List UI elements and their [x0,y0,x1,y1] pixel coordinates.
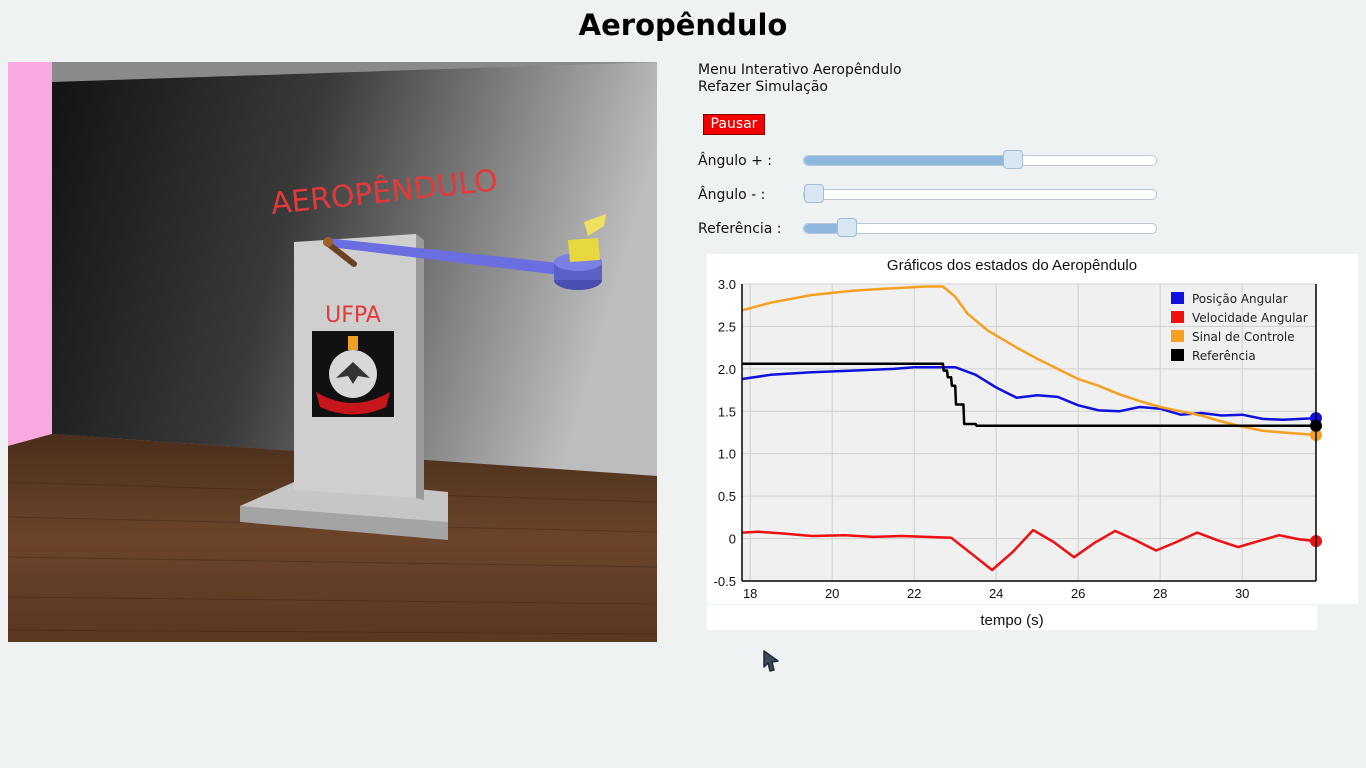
legend-label: Referência [1192,349,1256,363]
x-tick-label: 30 [1235,586,1249,601]
ufpa-logo [312,331,394,417]
page-title: Aeropêndulo [578,8,788,42]
angle-minus-label: Ângulo - : [698,187,766,203]
stand-text: UFPA [325,303,381,328]
x-tick-label: 26 [1071,586,1085,601]
slider-handle[interactable] [1003,150,1024,169]
y-tick-label: 1.0 [718,447,736,462]
side-wall [8,62,52,446]
y-tick-label: 2.0 [718,362,736,377]
x-tick-label: 20 [825,586,839,601]
reference-slider[interactable] [803,218,1157,237]
angle-minus-slider[interactable] [803,184,1157,203]
angle-plus-label: Ângulo + : [698,153,773,169]
x-axis-label: tempo (s) [980,612,1043,629]
interactive-menu-link[interactable]: Menu Interativo Aeropêndulo [698,62,902,79]
x-tick-label: 24 [989,586,1003,601]
slider-fill [804,156,1014,165]
stand-column-side [416,234,424,500]
y-tick-label: 0.5 [718,489,736,504]
aeropendulum-3d-scene[interactable]: AEROPÊNDULO UFPA [8,62,657,642]
x-tick-label: 28 [1153,586,1167,601]
legend-swatch [1171,349,1184,361]
legend-label: Velocidade Angular [1192,311,1308,325]
chart-title: Gráficos dos estados do Aeropêndulo [887,257,1137,274]
slider-handle[interactable] [837,218,858,237]
y-tick-label: 2.5 [718,319,736,334]
legend-swatch [1171,311,1184,323]
slider-handle[interactable] [804,184,824,203]
x-tick-label: 18 [743,586,757,601]
reference-label: Referência : [698,221,782,237]
propeller-housing [568,238,600,262]
mouse-cursor-icon [763,650,779,672]
y-tick-label: 3.0 [718,277,736,292]
redo-simulation-link[interactable]: Refazer Simulação [698,79,902,96]
states-chart: Gráficos dos estados do Aeropêndulo temp… [707,254,1358,630]
side-menu: Menu Interativo Aeropêndulo Refazer Simu… [698,62,902,96]
y-tick-label: 0 [729,532,736,547]
legend-label: Sinal de Controle [1192,330,1295,344]
legend-swatch [1171,292,1184,304]
angle-plus-slider[interactable] [803,150,1157,169]
pivot-cap [323,237,333,247]
pause-button[interactable]: Pausar [703,114,765,135]
y-tick-label: -0.5 [714,574,736,589]
x-tick-label: 22 [907,586,921,601]
y-tick-label: 1.5 [718,404,736,419]
legend-label: Posição Angular [1192,292,1288,306]
legend-swatch [1171,330,1184,342]
